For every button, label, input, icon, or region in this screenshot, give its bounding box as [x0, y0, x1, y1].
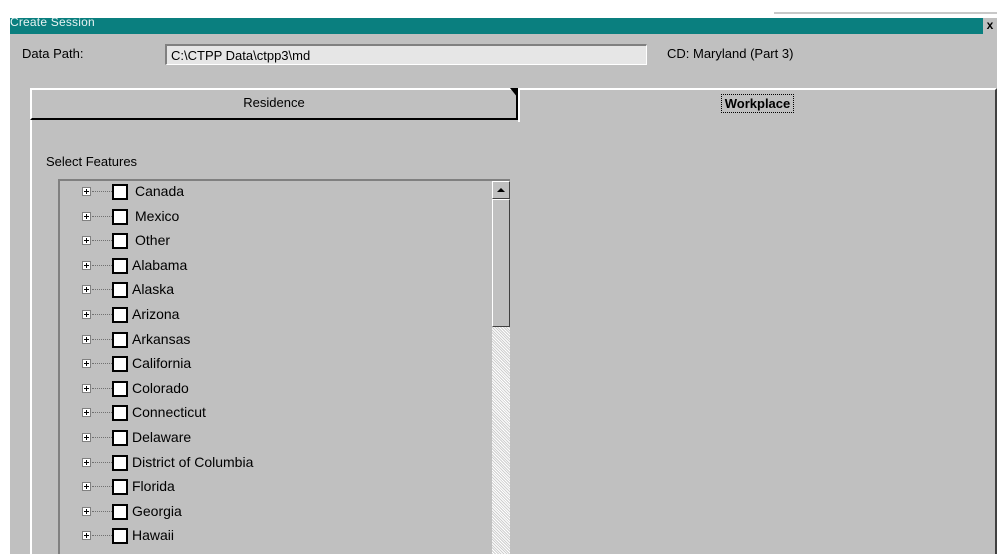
- create-session-dialog: Data Path: C:\CTPP Data\ctpp3\md CD: Mar…: [10, 34, 997, 554]
- tree-item[interactable]: Arizona: [60, 304, 492, 329]
- expand-plus-icon[interactable]: [82, 408, 91, 418]
- item-checkbox[interactable]: [112, 380, 128, 397]
- tree-connector-line: [92, 436, 112, 438]
- expand-plus-icon[interactable]: [82, 482, 91, 492]
- tree-item[interactable]: Florida: [60, 476, 492, 501]
- item-checkbox[interactable]: [112, 208, 128, 225]
- item-checkbox[interactable]: [112, 479, 128, 496]
- tree-connector-line: [92, 313, 112, 315]
- features-tree-list: Canada Mexico Other Alabama Alaska Arizona Ark…: [60, 181, 492, 550]
- window-title: Create Session: [10, 18, 95, 29]
- expand-plus-icon[interactable]: [82, 211, 91, 221]
- tree-item-label: Alaska: [132, 281, 175, 298]
- tree-item[interactable]: Mexico: [60, 206, 492, 231]
- scroll-up-arrow-icon[interactable]: [492, 181, 510, 199]
- tree-item-label: California: [132, 355, 192, 372]
- tree-connector-line: [92, 264, 112, 266]
- tree-item-label: Canada: [135, 183, 185, 199]
- cd-label: CD: Maryland (Part 3): [667, 46, 794, 61]
- tab-residence[interactable]: Residence: [30, 88, 518, 120]
- data-path-field[interactable]: C:\CTPP Data\ctpp3\md: [165, 44, 647, 65]
- expand-plus-icon[interactable]: [82, 285, 91, 295]
- tree-item-label: Mexico: [135, 207, 180, 224]
- item-checkbox[interactable]: [112, 184, 128, 200]
- tree-connector-line: [92, 461, 112, 463]
- expand-plus-icon[interactable]: [82, 309, 91, 319]
- item-checkbox[interactable]: [112, 454, 128, 471]
- tree-connector-line: [92, 215, 112, 217]
- expand-plus-icon[interactable]: [82, 457, 91, 467]
- tree-item-label: Georgia: [132, 502, 182, 519]
- tree-item-label: Alabama: [132, 256, 188, 273]
- item-checkbox[interactable]: [112, 503, 128, 520]
- vertical-scrollbar[interactable]: [492, 181, 510, 554]
- expand-plus-icon[interactable]: [82, 531, 91, 541]
- tree-connector-line: [92, 535, 112, 537]
- tree-item-label: Connecticut: [132, 404, 206, 421]
- tree-item[interactable]: District of Columbia: [60, 452, 492, 477]
- tab-workplace[interactable]: Workplace: [518, 88, 997, 122]
- tree-item[interactable]: Connecticut: [60, 402, 492, 427]
- tree-item[interactable]: Alabama: [60, 255, 492, 280]
- tree-item[interactable]: Other: [60, 230, 492, 255]
- select-features-label: Select Features: [46, 154, 138, 169]
- window-edge-decoration: [774, 8, 997, 18]
- tree-item-label: Arkansas: [132, 330, 191, 347]
- item-checkbox[interactable]: [112, 282, 128, 299]
- tree-item[interactable]: Hawaii: [60, 525, 492, 550]
- expand-plus-icon[interactable]: [82, 187, 91, 196]
- expand-plus-icon[interactable]: [82, 432, 91, 442]
- tab-workplace-label: Workplace: [720, 94, 795, 113]
- features-tree[interactable]: Canada Mexico Other Alabama Alaska Arizona Ark…: [58, 179, 510, 554]
- item-checkbox[interactable]: [112, 257, 128, 274]
- tree-item-label: Florida: [132, 478, 175, 495]
- item-checkbox[interactable]: [112, 528, 128, 545]
- expand-plus-icon[interactable]: [82, 506, 91, 516]
- scroll-thumb[interactable]: [492, 199, 510, 327]
- item-checkbox[interactable]: [112, 429, 128, 446]
- expand-plus-icon[interactable]: [82, 334, 91, 344]
- tree-item[interactable]: Alaska: [60, 279, 492, 304]
- item-checkbox[interactable]: [112, 331, 128, 348]
- tree-item[interactable]: California: [60, 353, 492, 378]
- item-checkbox[interactable]: [112, 356, 128, 373]
- title-bar[interactable]: Create Session x: [10, 18, 997, 34]
- tree-connector-line: [92, 510, 112, 512]
- item-checkbox[interactable]: [112, 233, 128, 250]
- tree-connector-line: [92, 240, 112, 242]
- tree-connector-line: [92, 486, 112, 488]
- expand-plus-icon[interactable]: [82, 383, 91, 393]
- tree-item[interactable]: Georgia: [60, 501, 492, 526]
- tree-item-label: Delaware: [132, 428, 192, 445]
- tree-item[interactable]: Colorado: [60, 378, 492, 403]
- data-path-label: Data Path:: [22, 46, 84, 61]
- tree-item-label: Arizona: [132, 305, 180, 322]
- tree-item[interactable]: Canada: [60, 181, 492, 206]
- tree-connector-line: [92, 191, 112, 192]
- expand-plus-icon[interactable]: [82, 359, 91, 369]
- tree-item-label: Hawaii: [132, 527, 175, 544]
- tree-connector-line: [92, 412, 112, 414]
- tree-connector-line: [92, 338, 112, 340]
- close-button[interactable]: x: [983, 18, 997, 34]
- tree-item-label: Other: [135, 232, 171, 249]
- item-checkbox[interactable]: [112, 306, 128, 323]
- tree-connector-line: [92, 289, 112, 291]
- tree-item[interactable]: Arkansas: [60, 329, 492, 354]
- expand-plus-icon[interactable]: [82, 260, 91, 270]
- tree-item-label: Colorado: [132, 379, 189, 396]
- tree-connector-line: [92, 387, 112, 389]
- tree-item[interactable]: Delaware: [60, 427, 492, 452]
- expand-plus-icon[interactable]: [82, 236, 91, 246]
- tree-item-label: District of Columbia: [132, 453, 254, 470]
- tree-connector-line: [92, 363, 112, 365]
- item-checkbox[interactable]: [112, 405, 128, 422]
